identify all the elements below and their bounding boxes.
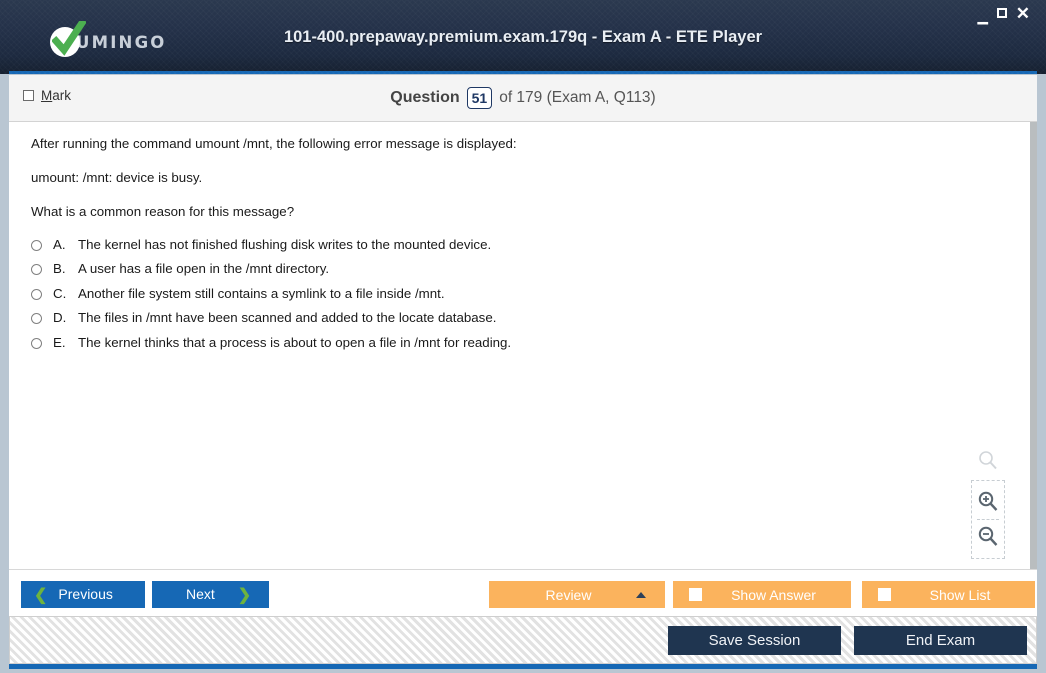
option-letter-b: B. [53, 261, 66, 277]
answer-options-list: A. The kernel has not finished flushing … [31, 237, 1017, 350]
answer-option-c[interactable]: C. Another file system still contains a … [31, 286, 1017, 301]
option-text-b: A user has a file open in the /mnt direc… [78, 261, 330, 277]
next-button[interactable]: Next ❯ [152, 581, 269, 608]
magnifier-icon[interactable] [977, 450, 999, 472]
window-controls: ▁ ✕ [978, 5, 1030, 23]
chevron-right-icon: ❯ [237, 586, 252, 604]
option-text-d: The files in /mnt have been scanned and … [78, 310, 497, 326]
end-exam-label: End Exam [905, 632, 976, 649]
answer-option-b[interactable]: B. A user has a file open in the /mnt di… [31, 261, 1017, 276]
minimize-icon[interactable]: ▁ [978, 10, 988, 23]
answer-option-d[interactable]: D. The files in /mnt have been scanned a… [31, 310, 1017, 325]
zoom-divider [977, 519, 999, 520]
next-button-label: Next [186, 586, 215, 602]
magnifier-plus-icon [978, 491, 998, 511]
option-letter-e: E. [53, 334, 66, 350]
footer-accent-line [9, 664, 1037, 669]
magnifier-minus-icon [978, 526, 998, 546]
question-body: After running the command umount /mnt, t… [9, 122, 1037, 350]
content-scroll-edge[interactable] [1030, 122, 1037, 569]
option-text-e: The kernel thinks that a process is abou… [78, 334, 512, 350]
show-answer-label: Show Answer [731, 586, 816, 603]
question-counter: Question 51 of 179 (Exam A, Q113) [9, 75, 1037, 121]
end-exam-button[interactable]: End Exam [854, 626, 1027, 655]
radio-icon-e[interactable] [31, 337, 42, 349]
zoom-out-button[interactable] [972, 523, 1004, 551]
option-letter-a: A. [53, 236, 66, 252]
caret-up-icon [636, 591, 646, 598]
save-session-button[interactable]: Save Session [668, 626, 841, 655]
question-content-pane: After running the command umount /mnt, t… [9, 122, 1037, 569]
option-text-c: Another file system still contains a sym… [78, 285, 445, 301]
ete-player-window: UMINGO 101-400.prepaway.premium.exam.179… [0, 0, 1046, 673]
radio-icon-c[interactable] [31, 288, 42, 300]
radio-icon-a[interactable] [31, 239, 42, 251]
answer-option-a[interactable]: A. The kernel has not finished flushing … [31, 237, 1017, 252]
action-bar: ❮ Previous Next ❯ Review Show Answer Sho… [9, 569, 1037, 616]
show-list-button[interactable]: Show List [862, 581, 1035, 608]
show-answer-checkbox[interactable] [689, 588, 702, 601]
option-text-a: The kernel has not finished flushing dis… [78, 236, 492, 252]
show-list-label: Show List [929, 586, 991, 603]
chevron-left-icon: ❮ [34, 586, 48, 604]
save-session-label: Save Session [708, 632, 801, 649]
title-bar[interactable]: UMINGO 101-400.prepaway.premium.exam.179… [0, 0, 1046, 74]
vumingo-check-icon [50, 21, 86, 57]
zoom-panel [971, 480, 1005, 559]
radio-icon-d[interactable] [31, 313, 42, 325]
show-list-checkbox[interactable] [878, 588, 891, 601]
question-error-line: umount: /mnt: device is busy. [31, 169, 203, 185]
review-button-label: Review [545, 586, 592, 603]
zoom-in-button[interactable] [972, 488, 1004, 516]
question-number-input[interactable]: 51 [466, 87, 493, 109]
show-answer-button[interactable]: Show Answer [673, 581, 851, 608]
review-button[interactable]: Review [489, 581, 665, 608]
answer-option-e[interactable]: E. The kernel thinks that a process is a… [31, 335, 1017, 350]
status-bar: Save Session End Exam [9, 616, 1037, 664]
zoom-tools [971, 450, 1005, 559]
radio-icon-b[interactable] [31, 264, 42, 276]
option-letter-c: C. [53, 285, 67, 301]
app-logo: UMINGO [50, 21, 167, 60]
previous-button-label: Previous [58, 586, 113, 602]
green-check-icon [52, 21, 86, 56]
option-letter-d: D. [53, 310, 67, 326]
question-word-label: Question [390, 89, 460, 106]
question-line: After running the command umount /mnt, t… [31, 136, 517, 151]
question-header-bar: Mark Question 51 of 179 (Exam A, Q113) [9, 75, 1037, 122]
question-total-label: of 179 (Exam A, Q113) [499, 89, 656, 106]
close-icon[interactable]: ✕ [1016, 5, 1030, 22]
logo-wordmark: UMINGO [76, 32, 167, 52]
maximize-icon[interactable] [996, 7, 1007, 20]
previous-button[interactable]: ❮ Previous [21, 581, 145, 608]
question-prompt-line: What is a common reason for this message… [31, 203, 295, 219]
